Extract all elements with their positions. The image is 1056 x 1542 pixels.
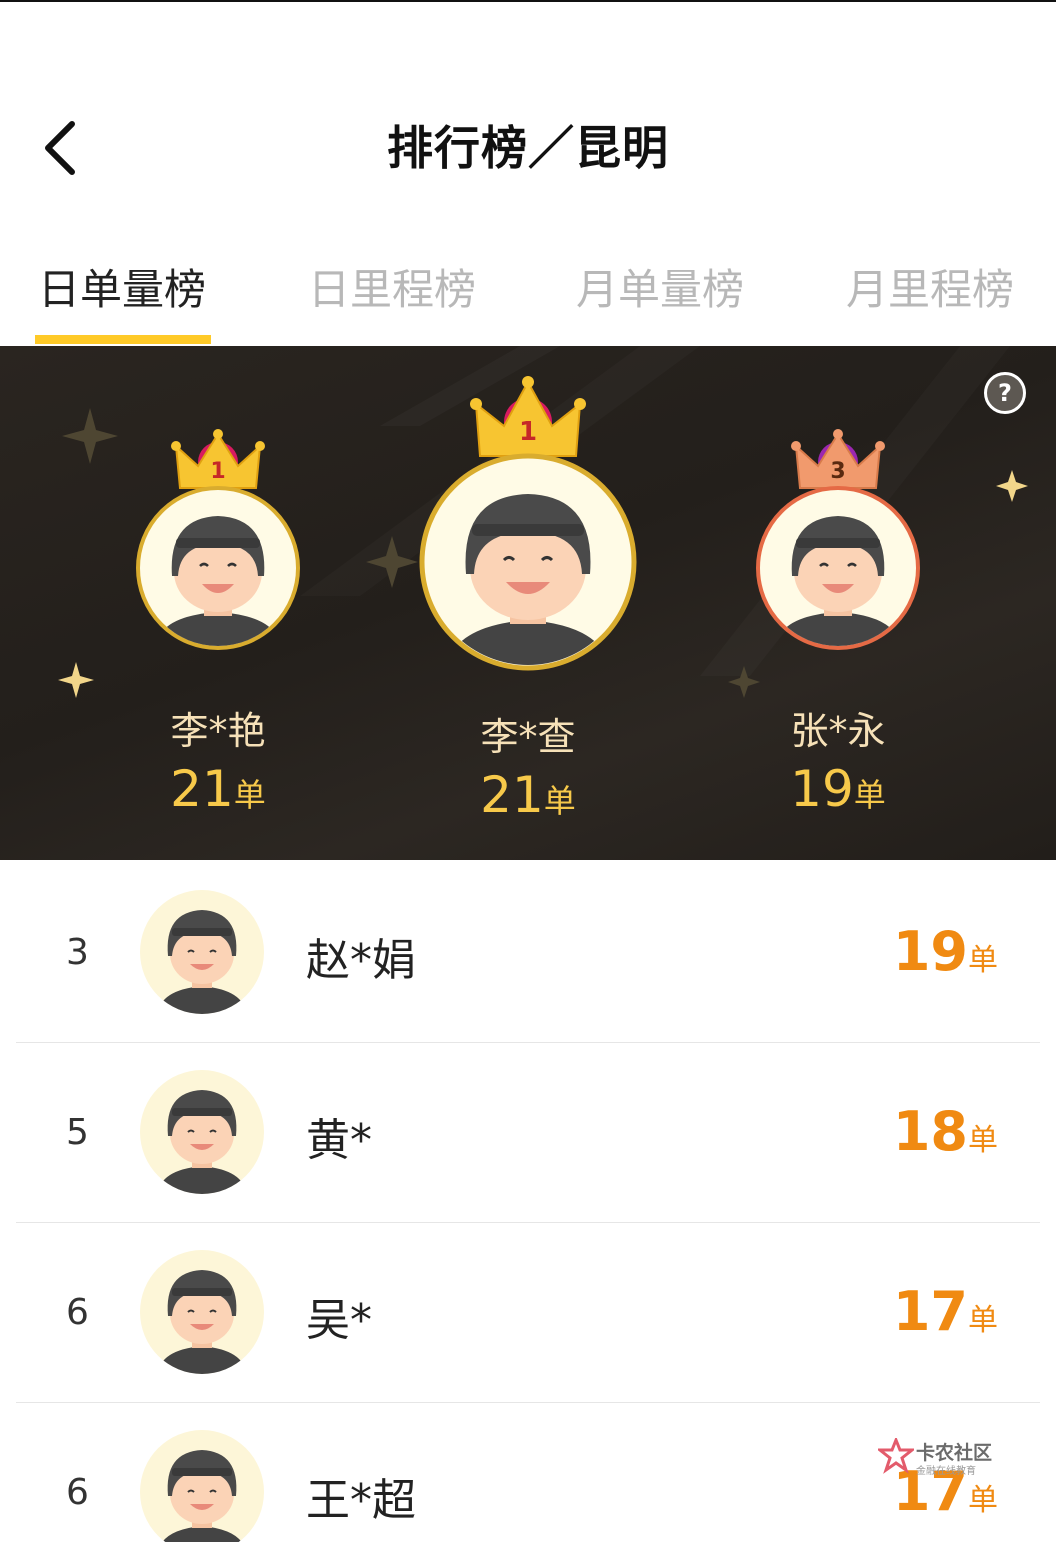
svg-text:1: 1	[210, 459, 225, 484]
avatar-icon	[140, 890, 264, 1014]
rider-name: 王*超	[306, 1475, 416, 1526]
podium-center-score: 21单	[408, 766, 648, 824]
score-unit: 单	[233, 776, 266, 814]
avatar-icon	[140, 1070, 264, 1194]
tab-daily-orders[interactable]: 日单量榜	[38, 256, 206, 317]
podium-left[interactable]: 1 李*艳 21单	[118, 426, 318, 826]
rank-number: 3	[66, 932, 89, 973]
score-unit: 单	[968, 1123, 998, 1158]
tab-monthly-mileage[interactable]: 月里程榜	[846, 256, 1014, 317]
rank-number: 5	[66, 1112, 89, 1153]
podium-right-name: 张*永	[790, 709, 886, 753]
score-value: 21	[170, 760, 234, 818]
list-item[interactable]: 6 吴* 17单	[16, 1222, 1040, 1403]
score-unit: 单	[543, 782, 576, 820]
tab-bar: 日单量榜 日里程榜 月单量榜 月里程榜	[0, 232, 1056, 346]
svg-text:3: 3	[830, 459, 845, 484]
score-value: 19	[892, 920, 968, 983]
avatar-icon	[136, 486, 300, 650]
gold-crown-avatar: 1	[136, 429, 300, 650]
rider-name: 赵*娟	[306, 935, 416, 986]
score-value: 18	[892, 1100, 968, 1163]
sparkle-icon	[996, 470, 1028, 502]
score-unit: 单	[968, 943, 998, 978]
watermark-title: 卡农社区	[916, 1442, 993, 1464]
score-unit: 单	[853, 776, 886, 814]
podium-right[interactable]: 3 张*永 19单	[738, 426, 938, 826]
rider-name: 黄*	[306, 1115, 372, 1166]
avatar-icon	[140, 1430, 264, 1542]
avatar-icon	[419, 453, 637, 671]
sparkle-icon	[58, 662, 94, 698]
rider-name: 吴*	[306, 1295, 372, 1346]
order-count: 19单	[893, 920, 998, 983]
list-item[interactable]: 5 黄* 18单	[16, 1042, 1040, 1223]
help-icon: ?	[998, 379, 1012, 407]
rank-number: 6	[66, 1472, 89, 1513]
podium-left-score: 21单	[118, 760, 318, 818]
order-count: 18单	[893, 1100, 998, 1163]
list-item[interactable]: 3 赵*娟 19单	[16, 862, 1040, 1043]
bronze-crown-avatar: 3	[756, 429, 920, 650]
avatar-icon	[140, 1250, 264, 1374]
score-value: 21	[480, 766, 544, 824]
crown-icon: 1	[470, 376, 586, 457]
podium-left-name: 李*艳	[170, 709, 266, 753]
podium-center-name: 李*查	[480, 715, 576, 759]
help-button[interactable]: ?	[984, 372, 1026, 414]
page-title: 排行榜／昆明	[387, 121, 669, 175]
sparkle-icon	[62, 408, 118, 464]
score-unit: 单	[968, 1483, 998, 1518]
gold-crown-avatar: 1	[419, 376, 637, 671]
app-header: 排行榜／昆明	[0, 2, 1056, 232]
score-value: 17	[892, 1280, 968, 1343]
top-three-podium: ? 1 李*艳 21单 1 李*查 21单 3 张*永 19单	[0, 346, 1056, 860]
tab-daily-mileage[interactable]: 日里程榜	[308, 256, 476, 317]
order-count: 17单	[893, 1280, 998, 1343]
podium-center[interactable]: 1 李*查 21单	[408, 376, 648, 826]
podium-right-score: 19单	[738, 760, 938, 818]
svg-text:1: 1	[519, 417, 537, 447]
score-unit: 单	[968, 1303, 998, 1338]
score-value: 19	[790, 760, 854, 818]
crown-icon: 1	[171, 429, 265, 489]
rank-number: 6	[66, 1292, 89, 1333]
active-tab-indicator	[35, 335, 211, 344]
watermark-logo-icon	[878, 1438, 914, 1474]
crown-icon: 3	[791, 429, 885, 489]
watermark-subtitle: 金融在线教育	[916, 1466, 976, 1477]
avatar-icon	[756, 486, 920, 650]
tab-monthly-orders[interactable]: 月单量榜	[576, 256, 744, 317]
